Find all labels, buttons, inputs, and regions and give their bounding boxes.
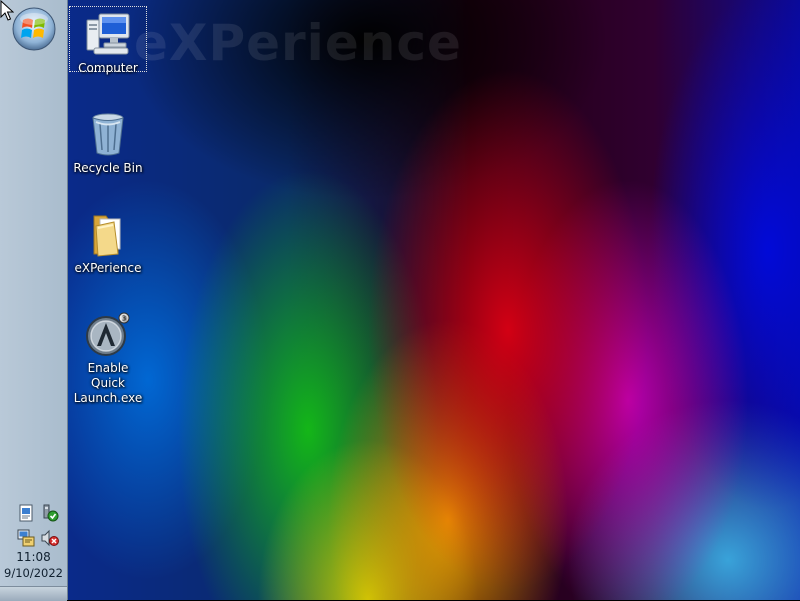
mouse-cursor-icon (0, 0, 14, 21)
windows-start-orb-icon[interactable] (11, 6, 57, 52)
svg-text:3: 3 (122, 315, 126, 323)
recycle-bin-icon (92, 113, 124, 156)
network-update-icon[interactable] (17, 529, 35, 547)
desktop-icon-recycle-bin[interactable]: Recycle Bin (69, 106, 147, 176)
clock-date[interactable]: 9/10/2022 (0, 566, 67, 580)
desktop-icon-experience-folder[interactable]: eXPerience (69, 206, 147, 276)
network-check-icon[interactable] (41, 504, 59, 522)
document-icon[interactable] (17, 504, 35, 522)
clock-time[interactable]: 11:08 (0, 550, 67, 564)
desktop-icon-label: eXPerience (74, 261, 142, 275)
quick-launch-app-icon: 3 (86, 312, 130, 356)
desktop-icon-computer[interactable]: Computer (69, 6, 147, 75)
wallpaper-watermark: eXPerience (134, 14, 462, 72)
volume-muted-icon[interactable] (41, 529, 59, 547)
desktop-icon-label: Enable Quick Launch.exe (73, 361, 143, 405)
show-desktop-button[interactable] (0, 586, 67, 601)
desktop[interactable]: eXPerience Computer Recycle Bin eXPerien… (68, 0, 800, 600)
taskbar: 11:08 9/10/2022 (0, 0, 68, 601)
desktop-icon-label: Computer (78, 61, 138, 75)
desktop-icon-enable-quick-launch[interactable]: 3 Enable Quick Launch.exe (69, 306, 147, 406)
desktop-icon-label: Recycle Bin (73, 161, 143, 175)
computer-icon (86, 13, 130, 55)
folder-icon (93, 215, 121, 257)
